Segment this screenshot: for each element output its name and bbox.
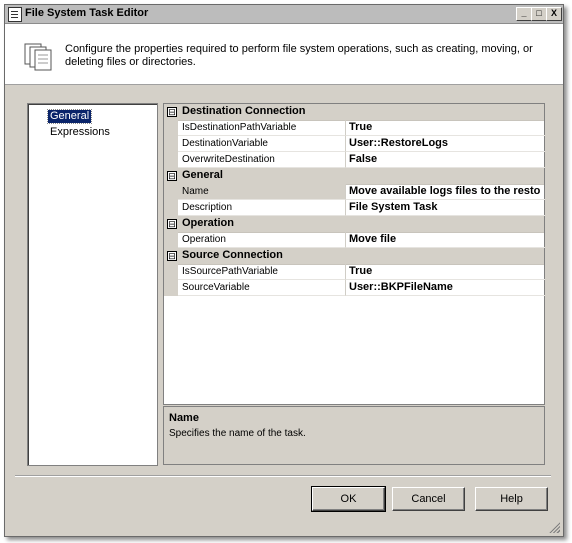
property-name: IsSourcePathVariable: [178, 264, 346, 280]
ok-button[interactable]: OK: [311, 486, 386, 512]
close-button[interactable]: X: [546, 7, 562, 21]
dialog-header: Configure the properties required to per…: [5, 24, 563, 85]
cancel-button[interactable]: Cancel: [392, 487, 465, 511]
property-name: DestinationVariable: [178, 136, 346, 152]
dialog-window: File System Task Editor _ □ X Configure …: [4, 4, 564, 537]
document-stack-icon: [24, 43, 52, 71]
property-name: Name: [178, 184, 346, 200]
header-description: Configure the properties required to per…: [65, 43, 533, 68]
property-value[interactable]: True: [346, 120, 545, 136]
title-bar[interactable]: File System Task Editor _ □ X: [5, 5, 563, 24]
maximize-button[interactable]: □: [531, 7, 547, 21]
help-button[interactable]: Help: [475, 487, 548, 511]
window-app-icon: [8, 7, 22, 22]
property-value[interactable]: User::RestoreLogs: [346, 136, 545, 152]
property-row-operation[interactable]: Operation Move file: [164, 232, 545, 248]
collapse-icon[interactable]: ⊟: [167, 219, 177, 229]
category-source-connection[interactable]: ⊟ Source Connection: [164, 248, 544, 265]
property-row-issourcepathvariable[interactable]: IsSourcePathVariable True: [164, 264, 545, 280]
category-label: Operation: [182, 217, 234, 229]
page-navigation-list[interactable]: General Expressions: [27, 103, 158, 466]
property-name: Operation: [178, 232, 346, 248]
nav-item-general[interactable]: General: [46, 109, 93, 124]
property-value[interactable]: User::BKPFileName: [346, 280, 545, 296]
property-name: Description: [178, 200, 346, 216]
property-value[interactable]: Move file: [346, 232, 545, 248]
category-label: General: [182, 169, 223, 181]
property-name: OverwriteDestination: [178, 152, 346, 168]
category-label: Destination Connection: [182, 105, 306, 117]
collapse-icon[interactable]: ⊟: [167, 171, 177, 181]
property-name: SourceVariable: [178, 280, 346, 296]
resize-grip-icon[interactable]: [548, 521, 560, 533]
category-operation[interactable]: ⊟ Operation: [164, 216, 544, 233]
property-row-destinationvariable[interactable]: DestinationVariable User::RestoreLogs: [164, 136, 545, 152]
window-title: File System Task Editor: [25, 7, 149, 19]
property-value[interactable]: File System Task: [346, 200, 545, 216]
collapse-icon[interactable]: ⊟: [167, 107, 177, 117]
property-description-panel: Name Specifies the name of the task.: [163, 406, 545, 465]
property-name: IsDestinationPathVariable: [178, 120, 346, 136]
property-value[interactable]: Move available logs files to the resto: [346, 184, 545, 200]
property-row-overwritedestination[interactable]: OverwriteDestination False: [164, 152, 545, 168]
property-value[interactable]: False: [346, 152, 545, 168]
divider: [15, 475, 551, 477]
category-destination-connection[interactable]: ⊟ Destination Connection: [164, 104, 544, 121]
property-grid[interactable]: ⊟ Destination Connection IsDestinationPa…: [163, 103, 545, 405]
minimize-button[interactable]: _: [516, 7, 532, 21]
description-text: Specifies the name of the task.: [169, 428, 306, 439]
property-row-isdestinationpathvariable[interactable]: IsDestinationPathVariable True: [164, 120, 545, 136]
property-row-name[interactable]: Name Move available logs files to the re…: [164, 184, 545, 200]
category-general[interactable]: ⊟ General: [164, 168, 544, 185]
property-value[interactable]: True: [346, 264, 545, 280]
description-title: Name: [169, 412, 199, 424]
category-label: Source Connection: [182, 249, 283, 261]
collapse-icon[interactable]: ⊟: [167, 251, 177, 261]
nav-item-expressions[interactable]: Expressions: [48, 126, 112, 139]
property-row-sourcevariable[interactable]: SourceVariable User::BKPFileName: [164, 280, 545, 296]
property-row-description[interactable]: Description File System Task: [164, 200, 545, 216]
